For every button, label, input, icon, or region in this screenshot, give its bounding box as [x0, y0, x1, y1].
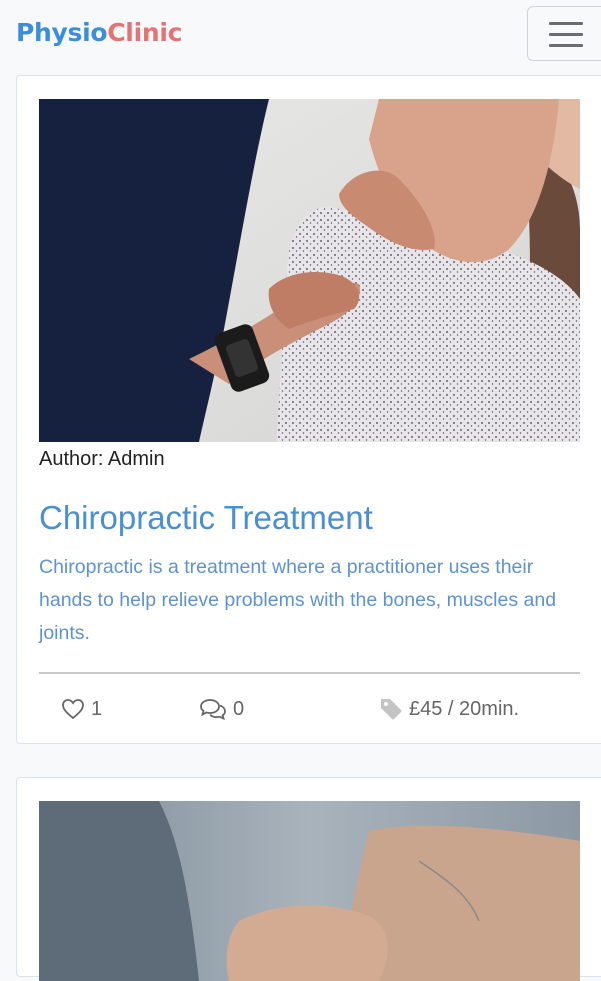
post-image[interactable]	[39, 801, 580, 981]
post-card: Author: Admin Chiropractic Treatment Chi…	[16, 75, 601, 744]
navbar-toggle-button[interactable]	[527, 6, 601, 61]
post-title[interactable]: Chiropractic Treatment	[39, 496, 373, 540]
post-image[interactable]	[39, 99, 580, 442]
chiropractic-photo	[39, 99, 580, 442]
massage-photo	[39, 801, 580, 981]
brand-logo[interactable]: PhysioClinic	[16, 17, 182, 49]
likes-count[interactable]: 1	[61, 696, 102, 722]
price-info: £45 / 20min.	[379, 696, 519, 722]
post-description: Chiropractic is a treatment where a prac…	[39, 556, 557, 644]
price-value: £45 / 20min.	[409, 697, 520, 720]
brand-part-clinic: Clinic	[107, 18, 183, 47]
comments-value: 0	[233, 697, 245, 720]
post-author: Author: Admin	[39, 448, 165, 470]
navbar: PhysioClinic	[0, 0, 601, 68]
divider	[39, 672, 580, 674]
comments-icon	[200, 699, 226, 720]
hamburger-icon	[549, 22, 583, 25]
comments-count[interactable]: 0	[199, 696, 244, 722]
heart-icon	[62, 699, 84, 720]
likes-value: 1	[91, 697, 103, 720]
post-card	[16, 777, 601, 981]
brand-part-physio: Physio	[16, 18, 108, 47]
hamburger-icon-bar	[549, 33, 583, 36]
tag-icon	[381, 699, 402, 720]
hamburger-icon-bar	[549, 44, 583, 47]
